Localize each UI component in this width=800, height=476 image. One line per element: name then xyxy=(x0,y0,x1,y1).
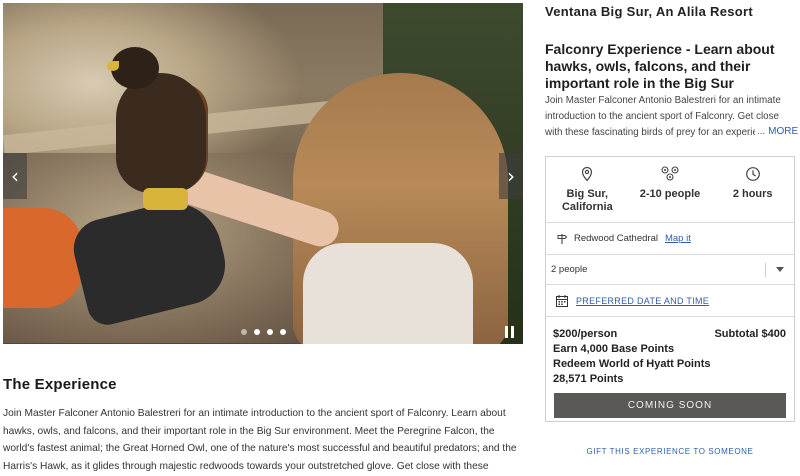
people-select[interactable]: 2 people xyxy=(546,255,794,285)
group-icon xyxy=(661,166,679,181)
coming-soon-button[interactable]: COMING SOON xyxy=(554,393,786,418)
pricing-block: $200/person Subtotal $400 Earn 4,000 Bas… xyxy=(546,317,794,387)
booking-card: Big Sur, California 2-10 people 2 hours xyxy=(545,156,795,422)
chevron-right-icon: › xyxy=(507,164,515,188)
fact-duration: 2 hours xyxy=(711,157,794,222)
calendar-icon xyxy=(556,294,568,307)
map-it-link[interactable]: Map it xyxy=(665,233,691,244)
map-pin-icon xyxy=(582,166,593,182)
date-time-picker[interactable]: PREFERRED DATE AND TIME xyxy=(546,285,794,317)
fact-location: Big Sur, California xyxy=(546,157,629,222)
subtotal: Subtotal $400 xyxy=(714,328,786,340)
carousel-dot[interactable] xyxy=(241,329,247,335)
gift-experience-link[interactable]: GIFT THIS EXPERIENCE TO SOMEONE xyxy=(545,447,795,456)
duration-text: 2 hours xyxy=(732,188,773,200)
carousel-dot[interactable] xyxy=(254,329,260,335)
resort-name: Ventana Big Sur, An Alila Resort xyxy=(545,4,754,19)
earn-points: Earn 4,000 Base Points xyxy=(553,343,675,355)
signpost-icon xyxy=(557,233,568,244)
redeem-points: 28,571 Points xyxy=(553,373,624,385)
experience-heading: The Experience xyxy=(3,376,117,393)
chevron-down-icon xyxy=(776,267,784,272)
venue-name: Redwood Cathedral xyxy=(574,233,658,244)
chevron-left-icon: ‹ xyxy=(11,164,19,188)
page-title: Falconry Experience - Learn about hawks,… xyxy=(545,41,775,91)
redeem-label: Redeem World of Hyatt Points xyxy=(553,358,711,370)
fact-group-size: 2-10 people xyxy=(629,157,712,222)
more-link[interactable]: ... MORE xyxy=(755,126,799,137)
carousel-dots xyxy=(241,329,286,335)
group-size-text: 2-10 people xyxy=(639,188,701,200)
experience-description: Join Master Falconer Antonio Balestreri … xyxy=(3,408,517,472)
carousel-dot[interactable] xyxy=(280,329,286,335)
date-time-label: PREFERRED DATE AND TIME xyxy=(576,295,710,306)
pause-icon[interactable] xyxy=(505,326,517,338)
location-text: Big Sur, California xyxy=(561,188,613,213)
venue-row: Redwood Cathedral Map it xyxy=(546,223,794,255)
people-select-value: 2 people xyxy=(551,264,588,275)
carousel-next-button[interactable]: › xyxy=(499,153,523,199)
carousel-prev-button[interactable]: ‹ xyxy=(3,153,27,199)
experience-facts: Big Sur, California 2-10 people 2 hours xyxy=(546,157,794,223)
hero-carousel[interactable]: ‹ › xyxy=(3,3,523,344)
carousel-dot[interactable] xyxy=(267,329,273,335)
clock-icon xyxy=(745,167,760,181)
